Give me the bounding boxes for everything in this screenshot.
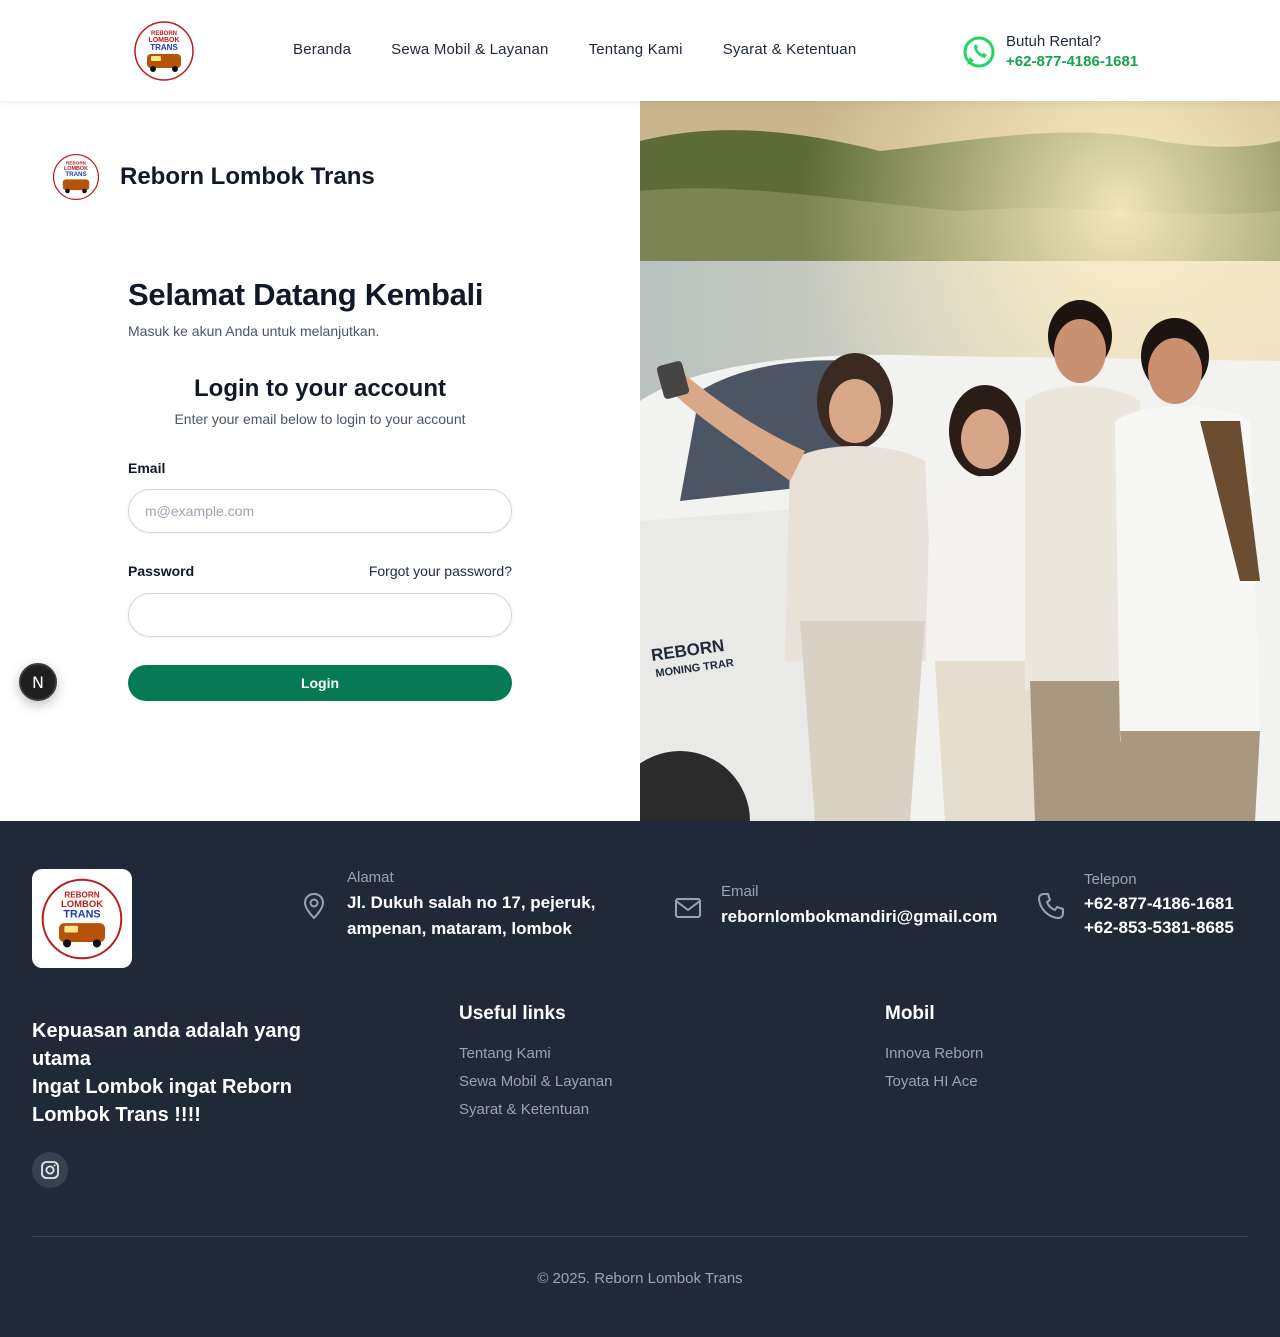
contact-label: Butuh Rental?	[1006, 33, 1102, 50]
header-logo[interactable]: REBORN LOMBOK TRANS	[133, 20, 195, 82]
footer-link-hiace[interactable]: Toyata HI Ace	[885, 1068, 983, 1096]
instagram-icon	[41, 1161, 59, 1179]
forgot-password-link[interactable]: Forgot your password?	[369, 563, 512, 579]
instagram-button[interactable]	[32, 1152, 68, 1188]
brand-logo-text-3: TRANS	[65, 171, 86, 178]
login-form-title: Login to your account	[194, 375, 446, 402]
footer-logo-text-3: TRANS	[63, 908, 100, 920]
tagline-line-2: Ingat Lombok ingat Reborn Lombok Trans !…	[32, 1076, 292, 1126]
mobil-list: Innova Reborn Toyata HI Ace	[885, 1040, 983, 1096]
brand-logo: REBORN LOMBOK TRANS	[52, 153, 100, 201]
nav-syarat-ketentuan[interactable]: Syarat & Ketentuan	[723, 41, 857, 58]
mobil-title: Mobil	[885, 1003, 935, 1024]
map-pin-icon	[303, 892, 325, 920]
footer-tagline: Kepuasan anda adalah yang utama Ingat Lo…	[32, 1017, 332, 1129]
footer-link-tentang-kami[interactable]: Tentang Kami	[459, 1040, 612, 1068]
address-line-2: ampenan, mataram, lombok	[347, 919, 572, 938]
address-line-1: Jl. Dukuh salah no 17, pejeruk,	[347, 893, 596, 912]
phone-number-1[interactable]: +62-877-4186-1681	[1084, 892, 1234, 916]
nav-tentang-kami[interactable]: Tentang Kami	[589, 41, 683, 58]
hero-photo: REBORN MONING TRAR	[640, 101, 1280, 821]
welcome-title: Selamat Datang Kembali	[128, 277, 484, 312]
useful-links-list: Tentang Kami Sewa Mobil & Layanan Syarat…	[459, 1040, 612, 1124]
welcome-subtitle: Masuk ke akun Anda untuk melanjutkan.	[128, 323, 380, 339]
whatsapp-icon	[963, 36, 995, 68]
footer-divider	[32, 1236, 1248, 1237]
address-title: Alamat	[347, 869, 394, 886]
nav-sewa-mobil[interactable]: Sewa Mobil & Layanan	[391, 41, 548, 58]
footer-link-syarat[interactable]: Syarat & Ketentuan	[459, 1096, 612, 1124]
footer-email: Email rebornlombokmandiri@gmail.com	[673, 883, 997, 930]
footer-link-sewa-mobil[interactable]: Sewa Mobil & Layanan	[459, 1068, 612, 1096]
main-nav: Beranda Sewa Mobil & Layanan Tentang Kam…	[293, 41, 856, 58]
phone-number-2[interactable]: +62-853-5381-8685	[1084, 916, 1234, 940]
password-field[interactable]	[128, 593, 512, 637]
site-footer: REBORN LOMBOK TRANS Alamat Jl. Dukuh sal…	[0, 821, 1280, 1337]
login-button[interactable]: Login	[128, 665, 512, 701]
brand-name: Reborn Lombok Trans	[120, 163, 375, 190]
tagline-line-1: Kepuasan anda adalah yang utama	[32, 1020, 301, 1070]
useful-links-title: Useful links	[459, 1003, 566, 1024]
brand-logo-text-1: REBORN	[66, 161, 87, 166]
logo-text-3: TRANS	[150, 43, 178, 52]
nav-beranda[interactable]: Beranda	[293, 41, 351, 58]
phone-title: Telepon	[1084, 871, 1137, 888]
phone-icon	[1038, 893, 1064, 919]
contact-number[interactable]: +62-877-4186-1681	[1006, 52, 1138, 72]
password-label: Password	[128, 563, 195, 579]
dev-tools-badge[interactable]: N	[19, 663, 57, 701]
site-header: REBORN LOMBOK TRANS Beranda Sewa Mobil &…	[0, 0, 1280, 101]
footer-link-innova[interactable]: Innova Reborn	[885, 1040, 983, 1068]
copyright: © 2025. Reborn Lombok Trans	[537, 1270, 743, 1287]
email-title: Email	[721, 883, 759, 900]
footer-phone: Telepon +62-877-4186-1681 +62-853-5381-8…	[1036, 871, 1234, 940]
welcome-block: Selamat Datang Kembali Masuk ke akun And…	[128, 277, 483, 339]
login-form-subtitle: Enter your email below to login to your …	[174, 411, 466, 427]
mail-icon	[675, 898, 701, 918]
login-panel: REBORN LOMBOK TRANS Reborn Lombok Trans …	[0, 101, 640, 821]
footer-logo[interactable]: REBORN LOMBOK TRANS	[32, 869, 132, 968]
header-contact[interactable]: Butuh Rental? +62-877-4186-1681	[962, 32, 1138, 72]
address-value: Jl. Dukuh salah no 17, pejeruk, ampenan,…	[347, 890, 595, 942]
email-label: Email	[128, 460, 166, 476]
brand[interactable]: REBORN LOMBOK TRANS Reborn Lombok Trans	[52, 153, 375, 201]
email-field[interactable]	[128, 489, 512, 533]
email-value[interactable]: rebornlombokmandiri@gmail.com	[721, 904, 997, 930]
footer-address: Alamat Jl. Dukuh salah no 17, pejeruk, a…	[299, 869, 595, 942]
